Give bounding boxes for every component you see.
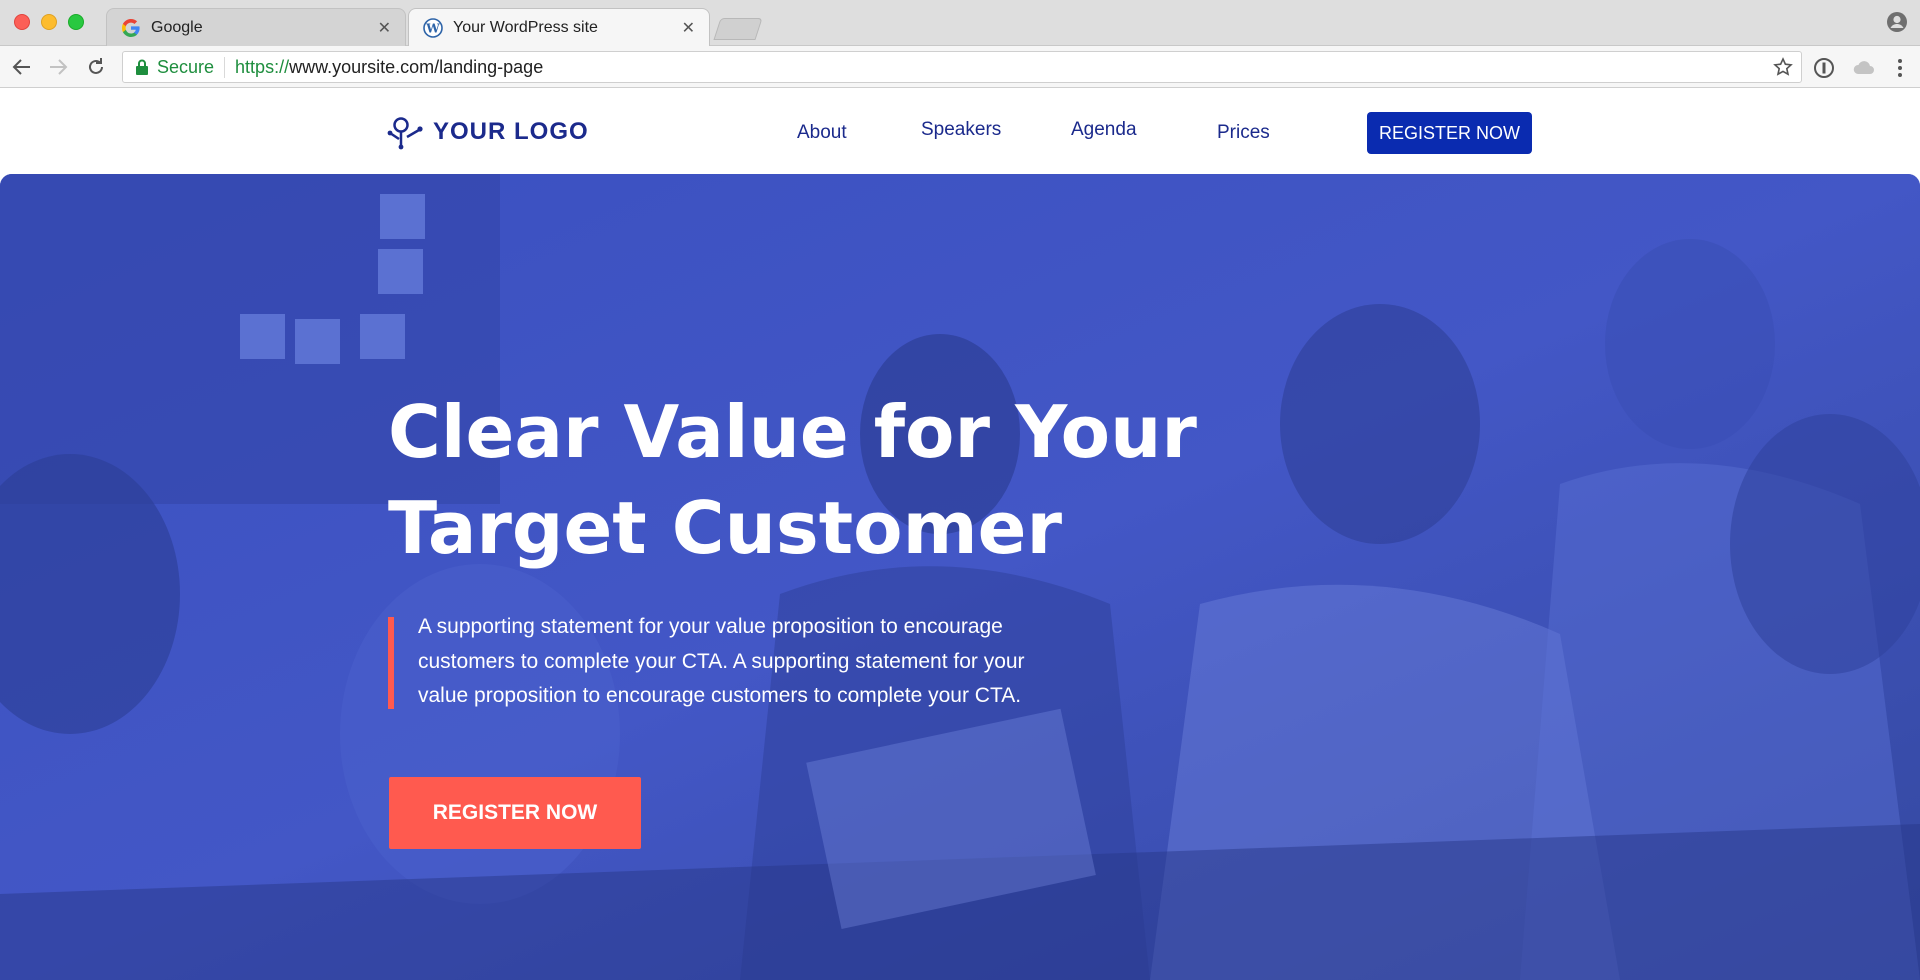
hero-register-button[interactable]: REGISTER NOW xyxy=(389,777,641,849)
hero-heading-line-2: Target Customer xyxy=(388,486,1062,570)
maximize-window-button[interactable] xyxy=(68,14,84,30)
tab-google[interactable]: Google ✕ xyxy=(106,8,406,46)
wordpress-icon: W xyxy=(423,18,443,38)
nav-link-about[interactable]: About xyxy=(797,122,847,144)
url-path: www.yoursite.com/landing-page xyxy=(289,56,544,77)
hero-heading-line-1: Clear Value for Your xyxy=(388,390,1197,474)
hero-heading: Clear Value for Your Target Customer xyxy=(388,384,1288,576)
back-arrow-icon[interactable] xyxy=(10,56,34,78)
tab-title: Your WordPress site xyxy=(453,19,598,36)
nav-link-agenda[interactable]: Agenda xyxy=(1071,119,1137,141)
url-scheme: https:// xyxy=(235,56,290,77)
nav-link-speakers[interactable]: Speakers xyxy=(921,119,1001,141)
profile-icon[interactable] xyxy=(1886,11,1908,33)
hero-supporting-text: A supporting statement for your value pr… xyxy=(418,615,1025,707)
menu-kebab-icon[interactable] xyxy=(1890,57,1912,79)
logo-text: YOUR LOGO xyxy=(433,118,589,145)
google-icon xyxy=(121,18,141,38)
site-header: YOUR LOGO About Speakers Agenda Prices R… xyxy=(0,88,1920,174)
address-bar[interactable]: Secure https://www.yoursite.com/landing-… xyxy=(122,51,1802,83)
lock-icon xyxy=(135,59,149,75)
close-window-button[interactable] xyxy=(14,14,30,30)
nav-link-prices[interactable]: Prices xyxy=(1217,122,1270,144)
reload-icon[interactable] xyxy=(84,56,108,78)
svg-text:W: W xyxy=(425,22,440,36)
tab-title: Google xyxy=(151,18,203,36)
site-logo[interactable]: YOUR LOGO xyxy=(387,113,589,151)
browser-tab-bar: Google ✕ W Your WordPress site ✕ xyxy=(0,0,1920,47)
forward-arrow-icon[interactable] xyxy=(46,56,70,78)
bookmark-star-icon[interactable] xyxy=(1773,57,1793,77)
password-manager-icon[interactable] xyxy=(1813,57,1835,79)
header-register-button[interactable]: REGISTER NOW xyxy=(1367,112,1532,154)
hero-accent-bar xyxy=(388,617,394,709)
close-icon[interactable]: ✕ xyxy=(682,18,695,38)
minimize-window-button[interactable] xyxy=(41,14,57,30)
hero-background-photo xyxy=(0,174,1920,980)
logo-mark-icon xyxy=(387,117,423,150)
close-icon[interactable]: ✕ xyxy=(378,18,391,38)
url-text: https://www.yoursite.com/landing-page xyxy=(235,57,543,78)
tab-wordpress[interactable]: W Your WordPress site ✕ xyxy=(408,8,710,47)
cloud-icon[interactable] xyxy=(1852,57,1874,79)
browser-toolbar: Secure https://www.yoursite.com/landing-… xyxy=(0,46,1920,88)
hero-section: Clear Value for Your Target Customer A s… xyxy=(0,174,1920,980)
secure-label: Secure xyxy=(157,56,226,78)
new-tab-button[interactable] xyxy=(713,18,763,40)
